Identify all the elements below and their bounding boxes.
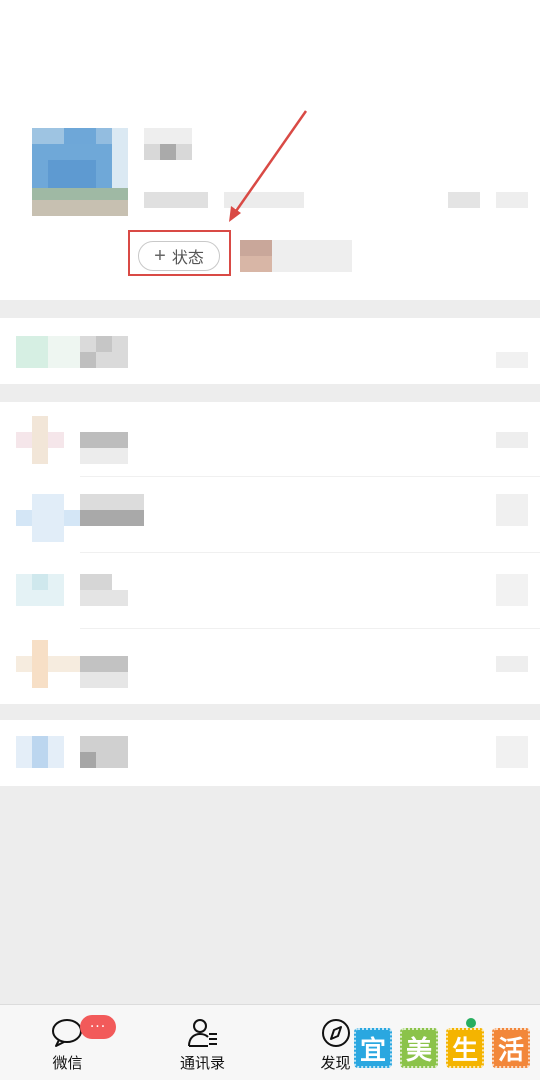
watermark-char: 美 xyxy=(400,1028,438,1068)
watermark-char: 宜 xyxy=(354,1028,392,1068)
tab-chats[interactable]: 微信 xyxy=(0,1005,135,1080)
chat-icon xyxy=(51,1017,85,1049)
section-main-list xyxy=(0,402,540,704)
divider xyxy=(80,476,540,477)
list-item[interactable] xyxy=(0,318,540,384)
tab-label: 通讯录 xyxy=(179,1054,225,1072)
watermark-logo: 宜 美 生 活 xyxy=(354,1018,534,1068)
annotation-arrow-icon xyxy=(229,110,308,222)
section-settings xyxy=(0,720,540,786)
tab-label: 发现 xyxy=(320,1054,351,1072)
watermark-char: 生 xyxy=(446,1028,484,1068)
compass-icon xyxy=(319,1017,353,1049)
tab-contacts[interactable]: 通讯录 xyxy=(135,1005,270,1080)
list-item[interactable] xyxy=(0,720,540,786)
watermark-char: 活 xyxy=(492,1028,530,1068)
section-services xyxy=(0,318,540,384)
tab-label: 微信 xyxy=(52,1054,83,1072)
list-item[interactable] xyxy=(0,478,540,550)
list-item[interactable] xyxy=(0,630,540,702)
unread-badge: ··· xyxy=(80,1015,116,1039)
watermark-dot-icon xyxy=(466,1018,476,1028)
list-item[interactable] xyxy=(0,554,540,626)
divider xyxy=(80,628,540,629)
divider xyxy=(80,552,540,553)
list-item[interactable] xyxy=(0,402,540,474)
contacts-icon xyxy=(186,1017,220,1049)
